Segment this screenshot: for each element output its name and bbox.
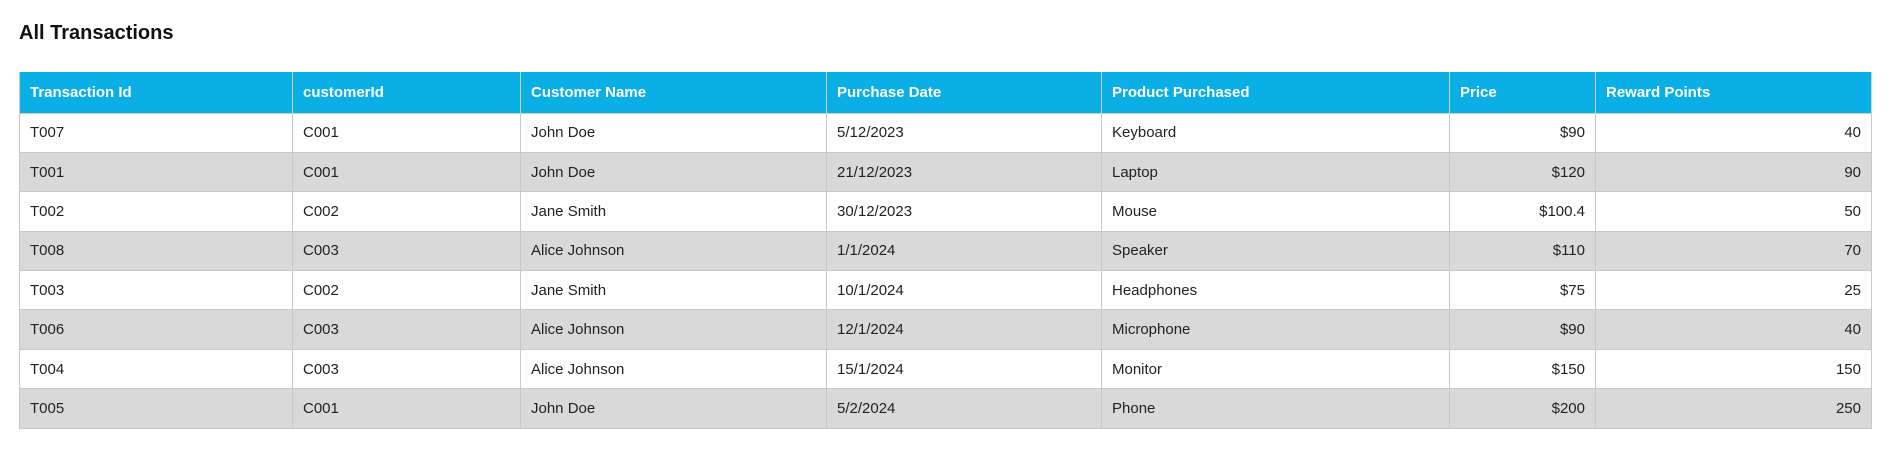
cell-product-purchased: Monitor: [1101, 348, 1450, 390]
cell-purchase-date: 21/12/2023: [826, 151, 1102, 193]
column-header-product-purchased: Product Purchased: [1101, 72, 1450, 114]
cell-reward-points: 250: [1595, 388, 1872, 429]
cell-reward-points: 150: [1595, 348, 1872, 390]
cell-customer-id: C003: [292, 348, 521, 390]
cell-customer-name: John Doe: [520, 151, 827, 193]
cell-reward-points: 70: [1595, 230, 1872, 272]
cell-product-purchased: Mouse: [1101, 191, 1450, 232]
cell-purchase-date: 10/1/2024: [826, 270, 1102, 311]
transactions-page: All Transactions Transaction Id customer…: [0, 0, 1888, 452]
table-body: T007 C001 John Doe 5/12/2023 Keyboard $9…: [19, 112, 1872, 429]
cell-customer-id: C003: [292, 230, 521, 272]
cell-price: $100.4: [1449, 191, 1596, 232]
cell-customer-id: C002: [292, 191, 521, 232]
column-header-customer-name: Customer Name: [520, 72, 827, 114]
cell-transaction-id: T005: [19, 388, 293, 429]
column-header-price: Price: [1449, 72, 1596, 114]
cell-price: $200: [1449, 388, 1596, 429]
cell-transaction-id: T006: [19, 309, 293, 350]
cell-purchase-date: 1/1/2024: [826, 230, 1102, 272]
cell-customer-name: Alice Johnson: [520, 348, 827, 390]
cell-reward-points: 40: [1595, 112, 1872, 153]
cell-product-purchased: Headphones: [1101, 270, 1450, 311]
cell-reward-points: 25: [1595, 270, 1872, 311]
cell-transaction-id: T004: [19, 348, 293, 390]
column-header-reward-points: Reward Points: [1595, 72, 1872, 114]
cell-customer-id: C001: [292, 388, 521, 429]
cell-price: $90: [1449, 112, 1596, 153]
transactions-table-container: Transaction Id customerId Customer Name …: [19, 72, 1872, 429]
cell-price: $150: [1449, 348, 1596, 390]
cell-purchase-date: 15/1/2024: [826, 348, 1102, 390]
table-row: T001 C001 John Doe 21/12/2023 Laptop $12…: [19, 151, 1872, 193]
cell-transaction-id: T007: [19, 112, 293, 153]
cell-customer-name: Alice Johnson: [520, 309, 827, 350]
cell-purchase-date: 30/12/2023: [826, 191, 1102, 232]
cell-customer-id: C001: [292, 112, 521, 153]
cell-customer-name: Alice Johnson: [520, 230, 827, 272]
cell-transaction-id: T003: [19, 270, 293, 311]
cell-reward-points: 40: [1595, 309, 1872, 350]
cell-purchase-date: 5/2/2024: [826, 388, 1102, 429]
cell-price: $120: [1449, 151, 1596, 193]
cell-customer-name: Jane Smith: [520, 270, 827, 311]
cell-product-purchased: Laptop: [1101, 151, 1450, 193]
table-row: T007 C001 John Doe 5/12/2023 Keyboard $9…: [19, 112, 1872, 153]
column-header-transaction-id: Transaction Id: [19, 72, 293, 114]
cell-customer-name: John Doe: [520, 388, 827, 429]
cell-product-purchased: Microphone: [1101, 309, 1450, 350]
table-row: T005 C001 John Doe 5/2/2024 Phone $200 2…: [19, 388, 1872, 429]
cell-customer-id: C001: [292, 151, 521, 193]
cell-purchase-date: 12/1/2024: [826, 309, 1102, 350]
table-header-row: Transaction Id customerId Customer Name …: [19, 72, 1872, 114]
cell-customer-name: John Doe: [520, 112, 827, 153]
table-row: T008 C003 Alice Johnson 1/1/2024 Speaker…: [19, 230, 1872, 272]
table-row: T003 C002 Jane Smith 10/1/2024 Headphone…: [19, 270, 1872, 311]
table-row: T006 C003 Alice Johnson 12/1/2024 Microp…: [19, 309, 1872, 350]
cell-customer-id: C002: [292, 270, 521, 311]
cell-product-purchased: Keyboard: [1101, 112, 1450, 153]
cell-price: $90: [1449, 309, 1596, 350]
table-row: T002 C002 Jane Smith 30/12/2023 Mouse $1…: [19, 191, 1872, 232]
cell-product-purchased: Speaker: [1101, 230, 1450, 272]
table-row: T004 C003 Alice Johnson 15/1/2024 Monito…: [19, 348, 1872, 390]
cell-customer-id: C003: [292, 309, 521, 350]
table-header: Transaction Id customerId Customer Name …: [19, 72, 1872, 114]
transactions-table: Transaction Id customerId Customer Name …: [19, 72, 1872, 429]
cell-transaction-id: T008: [19, 230, 293, 272]
cell-product-purchased: Phone: [1101, 388, 1450, 429]
cell-price: $75: [1449, 270, 1596, 311]
cell-reward-points: 90: [1595, 151, 1872, 193]
cell-transaction-id: T001: [19, 151, 293, 193]
cell-price: $110: [1449, 230, 1596, 272]
page-title: All Transactions: [19, 22, 174, 44]
cell-purchase-date: 5/12/2023: [826, 112, 1102, 153]
cell-reward-points: 50: [1595, 191, 1872, 232]
column-header-purchase-date: Purchase Date: [826, 72, 1102, 114]
cell-transaction-id: T002: [19, 191, 293, 232]
cell-customer-name: Jane Smith: [520, 191, 827, 232]
column-header-customer-id: customerId: [292, 72, 521, 114]
